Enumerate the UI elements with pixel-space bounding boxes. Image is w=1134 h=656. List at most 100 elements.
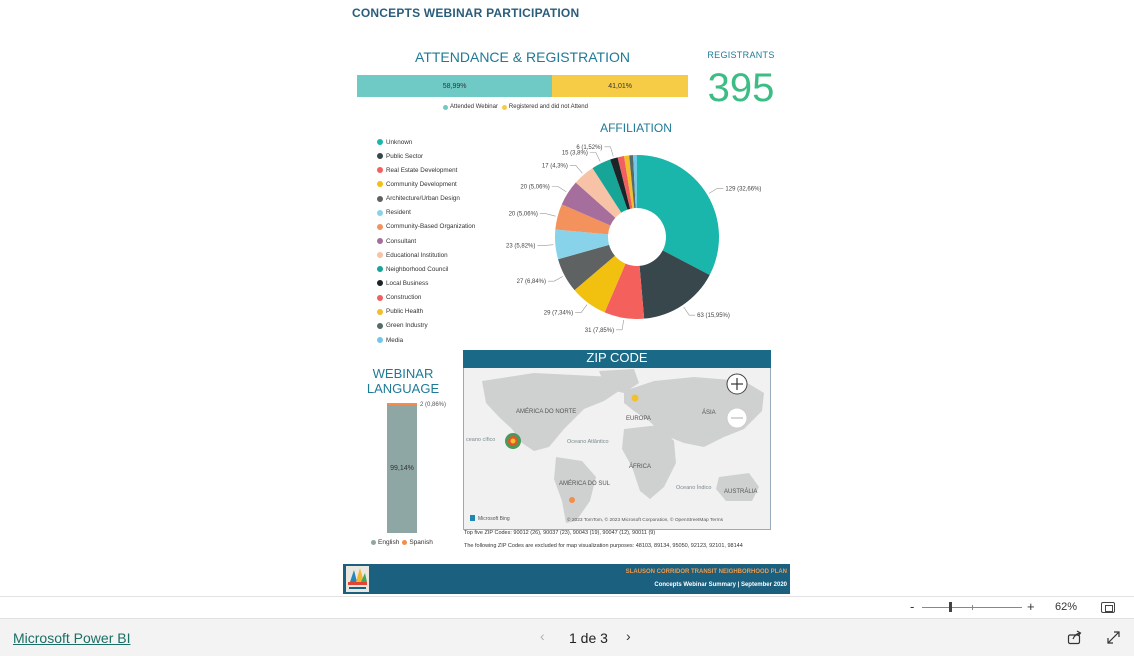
- donut-data-label: 17 (4,3%): [542, 164, 568, 170]
- donut-leader-line: [575, 304, 588, 313]
- north-america-label: AMÉRICA DO NORTE: [516, 408, 576, 415]
- legend-dot: [377, 139, 383, 146]
- english-pct-label: 99,14%: [390, 465, 414, 472]
- legend-label: Public Health: [386, 308, 424, 316]
- affiliation-legend-item[interactable]: Public Sector: [377, 149, 475, 163]
- south-america-label: AMÉRICA DO SUL: [559, 480, 611, 487]
- not-attended-pct-label: 41,01%: [608, 82, 632, 90]
- spanish-data-label: 2 (0,86%): [420, 402, 447, 408]
- zoom-in-button[interactable]: +: [1027, 599, 1035, 614]
- affiliation-legend-item[interactable]: Community Development: [377, 177, 475, 191]
- spanish-legend-label: Spanish: [409, 539, 433, 546]
- legend-dot: [377, 223, 383, 230]
- legend-label: Unknown: [386, 138, 413, 146]
- affiliation-legend-item[interactable]: Public Health: [377, 305, 475, 319]
- legend-label: Consultant: [386, 237, 417, 245]
- attended-legend-dot: [443, 104, 448, 110]
- legend-label: Green Industry: [386, 322, 428, 330]
- donut-leader-line: [537, 244, 554, 246]
- attendance-stacked-bar[interactable]: 58,99% 41,01%: [357, 75, 688, 97]
- zoom-slider-handle[interactable]: [949, 602, 952, 612]
- legend-label: Neighborhood Council: [386, 265, 449, 273]
- donut-data-label: 31 (7,85%): [585, 328, 614, 334]
- attended-bar-segment[interactable]: 58,99%: [357, 75, 553, 97]
- legend-dot: [377, 266, 383, 273]
- africa-label: ÁFRICA: [629, 463, 651, 470]
- world-map[interactable]: AMÉRICA DO NORTE EUROPA ÁSIA ÁFRICA AMÉR…: [464, 351, 770, 529]
- language-title-line1: WEBINAR: [372, 366, 434, 381]
- not-attended-bar-segment[interactable]: 41,01%: [552, 75, 688, 97]
- europe-marker: [631, 394, 639, 402]
- donut-data-label: 63 (15,95%): [697, 313, 730, 319]
- attendance-legend: Attended Webinar Registered and did not …: [443, 104, 588, 110]
- zip-excluded-note: The following ZIP Codes are excluded for…: [464, 543, 743, 549]
- donut-data-label: 15 (3,8%): [562, 150, 588, 156]
- zoom-out-button[interactable]: -: [910, 599, 914, 614]
- fullscreen-icon[interactable]: [1106, 630, 1121, 650]
- affiliation-legend-item[interactable]: Educational Institution: [377, 248, 475, 262]
- legend-dot: [377, 238, 383, 245]
- language-legend: English Spanish: [371, 539, 433, 546]
- zip-code-map[interactable]: AMÉRICA DO NORTE EUROPA ÁSIA ÁFRICA AMÉR…: [463, 350, 771, 530]
- donut-leader-line: [616, 319, 624, 331]
- affiliation-legend-item[interactable]: Resident: [377, 206, 475, 220]
- affiliation-legend-item[interactable]: Consultant: [377, 234, 475, 248]
- map-attribution[interactable]: © 2023 TomTom, © 2023 Microsoft Corporat…: [567, 516, 724, 523]
- legend-dot: [377, 167, 383, 174]
- affiliation-legend-item[interactable]: Neighborhood Council: [377, 262, 475, 276]
- asia-label: ÁSIA: [702, 409, 716, 416]
- affiliation-legend-item[interactable]: Unknown: [377, 135, 475, 149]
- english-legend-label: English: [378, 539, 400, 546]
- report-title: CONCEPTS WEBINAR PARTICIPATION: [352, 6, 580, 20]
- legend-dot: [377, 181, 383, 188]
- donut-leader-line: [683, 306, 696, 316]
- affiliation-legend[interactable]: Unknown Public Sector Real Estate Developm…: [377, 135, 475, 347]
- legend-label: Community-Based Organization: [386, 223, 476, 231]
- legend-dot: [377, 209, 383, 216]
- affiliation-legend-item[interactable]: Real Estate Development: [377, 163, 475, 177]
- zoom-slider-tick: [972, 605, 973, 610]
- legend-dot: [377, 308, 383, 315]
- legend-label: Real Estate Development: [386, 166, 458, 174]
- fit-to-page-icon[interactable]: [1101, 602, 1115, 613]
- donut-slice[interactable]: [637, 155, 719, 275]
- map-zoom-in-button[interactable]: [726, 373, 748, 395]
- donut-leader-line: [589, 152, 601, 162]
- plan-title: SLAUSON CORRIDOR TRANSIT NEIGHBORHOOD PL…: [625, 569, 787, 575]
- affiliation-legend-item[interactable]: Architecture/Urban Design: [377, 192, 475, 206]
- donut-leader-line: [539, 213, 556, 217]
- south-america-marker: [569, 497, 575, 503]
- map-zoom-out-button[interactable]: [726, 407, 748, 429]
- zoom-toolbar: - + 62%: [0, 596, 1134, 619]
- legend-label: Construction: [386, 294, 422, 302]
- not-attended-legend-dot: [501, 104, 507, 110]
- next-page-chevron-icon[interactable]: ›: [626, 628, 631, 644]
- affiliation-legend-item[interactable]: Local Business: [377, 276, 475, 290]
- europe-label: EUROPA: [626, 416, 651, 422]
- legend-dot: [377, 322, 383, 329]
- not-attended-legend-label: Registered and did not Attend: [508, 104, 588, 110]
- legend-dot: [377, 195, 383, 202]
- affiliation-donut-chart[interactable]: 129 (32,66%) 63 (15,95%) 31 (7,85%) 29 (7,3…: [490, 138, 780, 338]
- legend-label: Educational Institution: [386, 251, 448, 259]
- affiliation-legend-item[interactable]: Green Industry: [377, 319, 475, 333]
- powerbi-link[interactable]: Microsoft Power BI: [13, 630, 130, 646]
- affiliation-legend-item[interactable]: Media: [377, 333, 475, 347]
- bing-logo-icon: [470, 515, 475, 521]
- legend-dot: [377, 337, 383, 344]
- affiliation-title: AFFILIATION: [600, 121, 672, 135]
- zip-code-title: ZIP CODE: [463, 350, 771, 368]
- previous-page-chevron-icon[interactable]: ‹: [540, 628, 545, 644]
- legend-dot: [377, 280, 383, 287]
- affiliation-legend-item[interactable]: Community-Based Organization: [377, 220, 475, 234]
- share-icon[interactable]: [1067, 630, 1082, 650]
- donut-leader-line: [604, 146, 614, 157]
- attended-pct-label: 58,99%: [442, 82, 467, 90]
- language-title-line2: LANGUAGE: [366, 381, 440, 396]
- legend-dot: [377, 252, 383, 259]
- affiliation-legend-item[interactable]: Construction: [377, 291, 475, 305]
- spanish-bar[interactable]: [387, 403, 417, 405]
- la-marker-inner: [510, 438, 516, 444]
- legend-dot: [377, 294, 383, 301]
- donut-data-label: 20 (5,06%): [509, 212, 538, 218]
